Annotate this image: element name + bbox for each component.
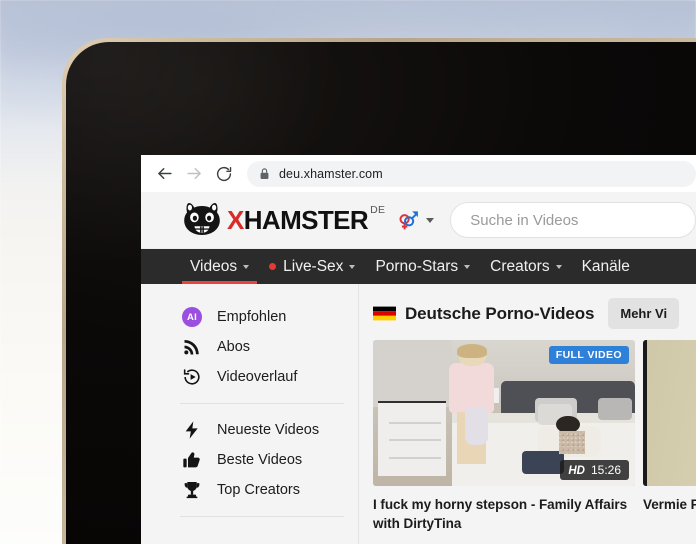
ai-badge-text: AI (182, 307, 202, 327)
more-videos-button[interactable]: Mehr Vi (608, 298, 680, 329)
chevron-down-icon (243, 264, 250, 269)
site-logo[interactable]: XHAMSTER DE (180, 201, 385, 239)
address-bar[interactable]: deu.xhamster.com (247, 160, 696, 187)
nav-item-label: Creators (490, 257, 550, 275)
thumbs-up-icon (180, 448, 204, 472)
video-title[interactable]: Vermie Fick (643, 495, 696, 514)
nav-item-label: Live-Sex (283, 257, 344, 275)
video-title[interactable]: I fuck my horny stepson - Family Affairs… (373, 495, 635, 533)
sidebar-item-neueste-videos[interactable]: Neueste Videos (180, 415, 358, 445)
trophy-icon (180, 478, 204, 502)
reload-button[interactable] (209, 159, 239, 189)
duration-label: 15:26 (590, 463, 621, 477)
sidebar: AI Empfohlen Abos Videoverlauf Neueste Video… (141, 284, 359, 544)
live-dot-icon (269, 263, 277, 270)
search-placeholder: Suche in Videos (470, 211, 579, 229)
history-play-icon (180, 365, 204, 389)
sidebar-divider (180, 403, 344, 404)
sidebar-item-label: Top Creators (217, 482, 301, 498)
page-body: AI Empfohlen Abos Videoverlauf Neueste Video… (141, 284, 696, 544)
chevron-down-icon (555, 264, 562, 269)
hamster-logo-icon (180, 201, 224, 239)
nav-item-label: Kanäle (581, 257, 630, 275)
nav-item-label: Porno-Stars (375, 257, 459, 275)
full-video-badge: FULL VIDEO (548, 346, 629, 364)
browser-window: deu.xhamster.com XHAMSTER DE Suche in Vi… (141, 155, 696, 544)
nav-item-videos[interactable]: Videos (180, 249, 259, 284)
gender-selector[interactable] (396, 208, 435, 232)
main-content: Deutsche Porno-Videos Mehr Vi FULL VIDEO… (359, 284, 696, 544)
ai-badge-icon: AI (180, 305, 204, 329)
logo-hamster-text: HAMSTER (243, 205, 369, 235)
locale-label: DE (370, 204, 386, 216)
lock-icon (259, 167, 270, 180)
url-text: deu.xhamster.com (279, 166, 383, 181)
duration-badge: HD 15:26 (560, 460, 629, 480)
sidebar-item-label: Neueste Videos (217, 422, 320, 438)
forward-button[interactable] (179, 159, 209, 189)
nav-item-creators[interactable]: Creators (480, 249, 571, 284)
sidebar-item-abos[interactable]: Abos (180, 332, 358, 362)
video-thumbnail[interactable] (643, 340, 696, 486)
video-grid: FULL VIDEO HD 15:26 I fuck my horny step… (373, 340, 696, 533)
lightning-bolt-icon (180, 418, 204, 442)
hd-label: HD (568, 465, 585, 477)
sidebar-item-empfohlen[interactable]: AI Empfohlen (180, 302, 358, 332)
chevron-down-icon (464, 264, 471, 269)
browser-toolbar: deu.xhamster.com (141, 155, 696, 192)
screenshot-canvas: deu.xhamster.com XHAMSTER DE Suche in Vi… (0, 0, 696, 544)
chevron-down-icon (349, 264, 356, 269)
sidebar-item-label: Empfohlen (217, 309, 287, 325)
section-header: Deutsche Porno-Videos Mehr Vi (373, 298, 696, 329)
logo-x: X (227, 205, 244, 235)
video-card[interactable]: FULL VIDEO HD 15:26 I fuck my horny step… (373, 340, 635, 533)
logo-wordmark: XHAMSTER (227, 205, 369, 235)
back-arrow-icon (155, 164, 174, 183)
thumbnail-image (643, 340, 696, 486)
site-header: XHAMSTER DE Suche in Videos (141, 192, 696, 249)
rss-feed-icon (180, 335, 204, 359)
nav-item-label: Videos (190, 257, 238, 275)
sidebar-item-label: Abos (217, 339, 251, 355)
nav-item-live-sex[interactable]: Live-Sex (259, 249, 365, 284)
sidebar-item-label: Beste Videos (217, 452, 303, 468)
chevron-down-icon (426, 217, 435, 223)
german-flag-icon (373, 306, 396, 321)
page-title: Deutsche Porno-Videos (405, 303, 595, 323)
gender-symbols-icon (396, 208, 420, 232)
nav-item-kan-le[interactable]: Kanäle (572, 249, 640, 284)
sidebar-item-beste-videos[interactable]: Beste Videos (180, 445, 358, 475)
sidebar-item-videoverlauf[interactable]: Videoverlauf (180, 362, 358, 392)
forward-arrow-icon (185, 164, 204, 183)
video-card[interactable]: Vermie Fick (643, 340, 696, 533)
sidebar-divider (180, 516, 344, 517)
main-navigation: Videos Live-Sex Porno-Stars Creators Kanäle (141, 249, 696, 284)
reload-icon (215, 165, 233, 183)
video-thumbnail[interactable]: FULL VIDEO HD 15:26 (373, 340, 635, 486)
nav-item-porno-stars[interactable]: Porno-Stars (365, 249, 480, 284)
search-input[interactable]: Suche in Videos (450, 202, 696, 238)
back-button[interactable] (149, 159, 179, 189)
sidebar-item-label: Videoverlauf (217, 369, 298, 385)
sidebar-item-top-creators[interactable]: Top Creators (180, 475, 358, 505)
